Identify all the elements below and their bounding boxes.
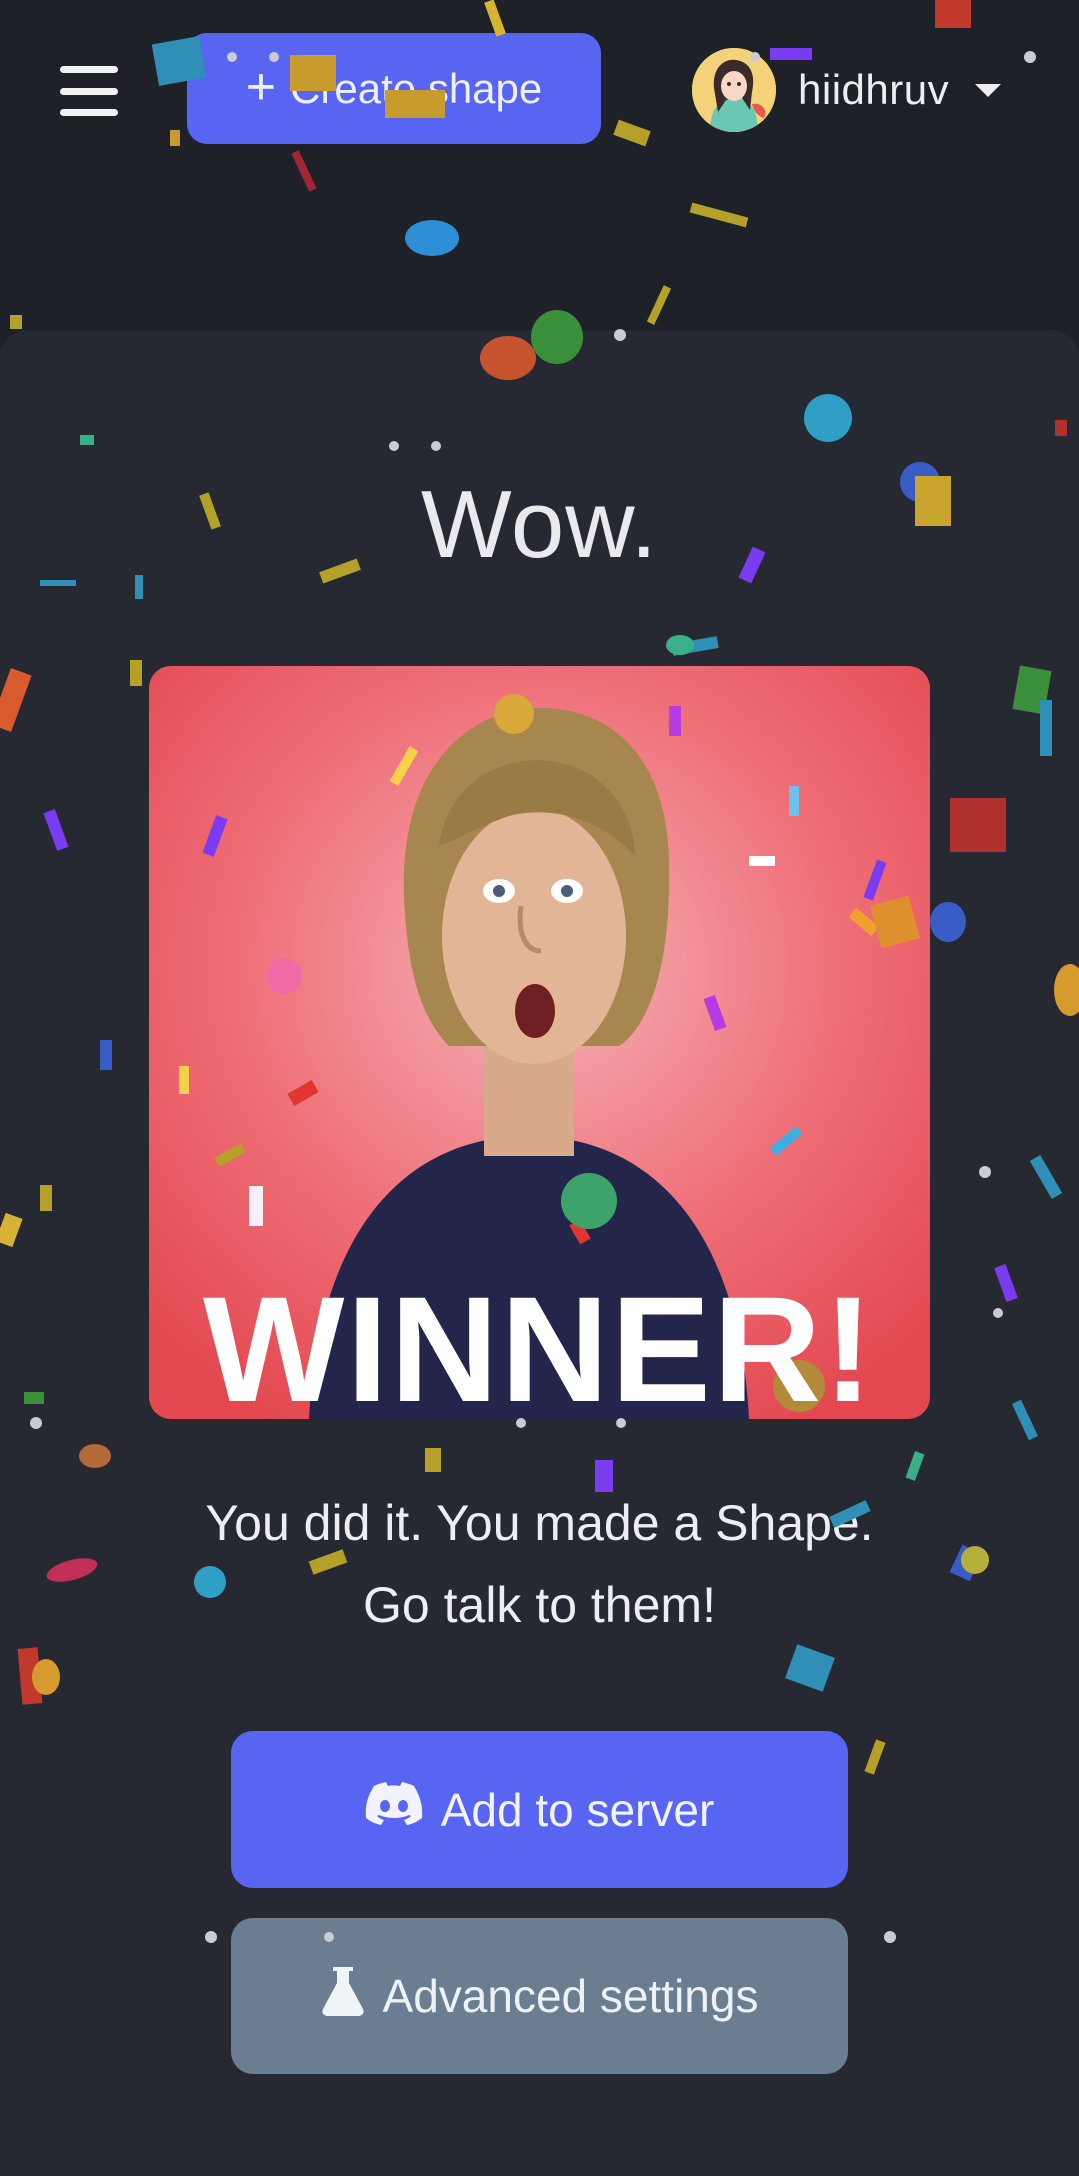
advanced-settings-button[interactable]: Advanced settings xyxy=(231,1918,848,2074)
winner-gif: WINNER! xyxy=(149,666,930,1419)
avatar xyxy=(692,48,776,132)
discord-icon xyxy=(365,1782,423,1837)
create-shape-button[interactable]: + Create shape xyxy=(187,33,601,144)
username: hiidhruv xyxy=(798,66,950,113)
plus-icon: + xyxy=(245,57,277,116)
top-bar: + Create shape hiidhruv xyxy=(0,0,1079,180)
add-to-server-label: Add to server xyxy=(440,1783,715,1836)
hamburger-menu-icon[interactable] xyxy=(60,66,118,116)
caret-down-icon[interactable] xyxy=(975,83,1002,97)
success-message-line-2: Go talk to them! xyxy=(363,1577,716,1633)
page-title: Wow. xyxy=(421,471,658,578)
success-message-line-1: You did it. You made a Shape. xyxy=(205,1495,874,1551)
add-to-server-button[interactable]: Add to server xyxy=(231,1731,848,1888)
create-shape-label: Create shape xyxy=(290,64,543,112)
celebration-page: + Create shape hiidhruv Wow. WINNER! You… xyxy=(0,0,1079,2176)
gif-caption: WINNER! xyxy=(203,1265,875,1419)
user-menu[interactable]: hiidhruv xyxy=(692,46,1002,134)
advanced-settings-label: Advanced settings xyxy=(382,1970,759,2022)
success-message: You did it. You made a Shape. Go talk to… xyxy=(100,1482,979,1646)
flask-icon xyxy=(321,1965,365,2028)
